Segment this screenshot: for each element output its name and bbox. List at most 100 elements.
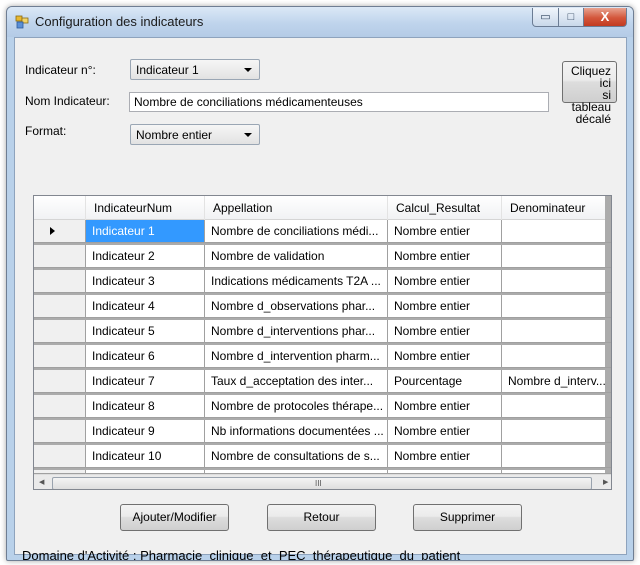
cell-indicateurnum[interactable]: Indicateur 5	[86, 320, 205, 343]
horizontal-scroll-thumb[interactable]: III	[52, 477, 592, 489]
cell-indicateurnum[interactable]: Indicateur 4	[86, 295, 205, 318]
column-header-indicateurnum[interactable]: IndicateurNum	[86, 196, 205, 220]
scroll-right-icon[interactable]: ▶	[603, 479, 608, 487]
cell-calcul-resultat[interactable]: Nombre entier	[388, 320, 502, 343]
form-client-area: Indicateur n°: Indicateur 1 Nom Indicate…	[14, 37, 627, 560]
current-row-arrow-icon	[50, 227, 55, 235]
title-bar[interactable]: Configuration des indicateurs ▭ □ X	[7, 7, 633, 37]
cell-indicateurnum[interactable]: Indicateur 1	[86, 220, 205, 243]
cell-indicateurnum[interactable]: Indicateur 10	[86, 445, 205, 468]
table-row[interactable]: Indicateur 10 Nombre de consultations de…	[34, 445, 611, 468]
shifted-table-label-line-1: Cliquez ici	[570, 64, 611, 90]
row-header[interactable]	[34, 270, 86, 293]
cell-denominateur[interactable]	[502, 395, 611, 418]
cell-appellation[interactable]: Nombre de consultations de s...	[205, 445, 388, 468]
chevron-down-icon	[244, 133, 252, 137]
format-select[interactable]: Nombre entier	[130, 124, 260, 145]
cell-indicateurnum[interactable]: Indicateur 9	[86, 420, 205, 443]
minimize-icon: ▭	[540, 11, 551, 23]
cell-calcul-resultat[interactable]: Nombre entier	[388, 220, 502, 243]
table-row[interactable]: Indicateur 4 Nombre d_observations phar.…	[34, 295, 611, 318]
maximize-button[interactable]: □	[558, 8, 584, 27]
cell-denominateur[interactable]	[502, 445, 611, 468]
cell-calcul-resultat[interactable]: Pourcentage	[388, 370, 502, 393]
indicateur-select[interactable]: Indicateur 1	[130, 59, 260, 80]
cell-denominateur[interactable]	[502, 420, 611, 443]
cell-denominateur[interactable]	[502, 345, 611, 368]
indicateur-select-value: Indicateur 1	[136, 63, 199, 77]
cell-indicateurnum[interactable]: Indicateur 7	[86, 370, 205, 393]
cell-appellation[interactable]: Nombre d_intervention pharm...	[205, 345, 388, 368]
grip-icon: III	[315, 479, 322, 488]
nom-indicateur-label: Nom Indicateur:	[25, 94, 110, 108]
row-header[interactable]	[34, 345, 86, 368]
cell-calcul-resultat[interactable]: Nombre entier	[388, 395, 502, 418]
grid-corner-header	[34, 196, 86, 220]
grid-header: IndicateurNum Appellation Calcul_Resulta…	[34, 196, 605, 220]
cell-denominateur[interactable]: Nombre d_interv...	[502, 370, 611, 393]
cell-denominateur[interactable]	[502, 270, 611, 293]
back-button[interactable]: Retour	[267, 504, 376, 531]
cell-indicateurnum[interactable]: Indicateur 8	[86, 395, 205, 418]
indicateur-label: Indicateur n°:	[25, 63, 96, 77]
cell-appellation[interactable]: Indications médicaments T2A ...	[205, 270, 388, 293]
indicators-grid[interactable]: IndicateurNum Appellation Calcul_Resulta…	[33, 195, 612, 490]
cell-appellation[interactable]: Nombre de conciliations médi...	[205, 220, 388, 243]
table-row[interactable]: Indicateur 2 Nombre de validation Nombre…	[34, 245, 611, 268]
grid-horizontal-scrollbar[interactable]: ◀ III ▶	[34, 474, 611, 489]
row-header[interactable]	[34, 420, 86, 443]
chevron-down-icon	[244, 68, 252, 72]
column-header-denominateur[interactable]: Denominateur	[502, 196, 611, 220]
table-row[interactable]: Indicateur 5 Nombre d_interventions phar…	[34, 320, 611, 343]
shifted-table-label-line-3: décalé	[575, 112, 611, 126]
cell-indicateurnum[interactable]: Indicateur 6	[86, 345, 205, 368]
cell-calcul-resultat[interactable]: Nombre entier	[388, 345, 502, 368]
nom-indicateur-field[interactable]: Nombre de conciliations médicamenteuses	[129, 92, 549, 112]
table-row[interactable]: Indicateur 7 Taux d_acceptation des inte…	[34, 370, 611, 393]
minimize-button[interactable]: ▭	[532, 8, 559, 27]
column-header-appellation[interactable]: Appellation	[205, 196, 388, 220]
cell-indicateurnum[interactable]: Indicateur 2	[86, 245, 205, 268]
cell-indicateurnum[interactable]: Indicateur 3	[86, 270, 205, 293]
row-header[interactable]	[34, 445, 86, 468]
cell-calcul-resultat[interactable]: Nombre entier	[388, 445, 502, 468]
cell-appellation[interactable]: Nb informations documentées ...	[205, 420, 388, 443]
row-header[interactable]	[34, 320, 86, 343]
format-select-value: Nombre entier	[136, 128, 213, 142]
row-header[interactable]	[34, 220, 86, 243]
cell-denominateur[interactable]	[502, 320, 611, 343]
table-row[interactable]: Indicateur 6 Nombre d_intervention pharm…	[34, 345, 611, 368]
table-row[interactable]: Indicateur 3 Indications médicaments T2A…	[34, 270, 611, 293]
delete-button[interactable]: Supprimer	[413, 504, 522, 531]
cell-denominateur[interactable]	[502, 245, 611, 268]
close-button[interactable]: X	[583, 8, 627, 27]
close-icon: X	[600, 9, 610, 24]
add-modify-button[interactable]: Ajouter/Modifier	[120, 504, 229, 531]
shifted-table-button[interactable]: Cliquez ici si tableau décalé	[562, 61, 617, 125]
app-form-icon	[15, 15, 29, 29]
table-row[interactable]: Indicateur 8 Nombre de protocoles thérap…	[34, 395, 611, 418]
cell-denominateur[interactable]	[502, 295, 611, 318]
table-row[interactable]: Indicateur 9 Nb informations documentées…	[34, 420, 611, 443]
column-header-calcul-resultat[interactable]: Calcul_Resultat	[388, 196, 502, 220]
table-row[interactable]: Indicateur 1 Nombre de conciliations méd…	[34, 220, 611, 243]
cell-calcul-resultat[interactable]: Nombre entier	[388, 420, 502, 443]
row-header[interactable]	[34, 370, 86, 393]
cell-appellation[interactable]: Taux d_acceptation des inter...	[205, 370, 388, 393]
cell-appellation[interactable]: Nombre de validation	[205, 245, 388, 268]
row-header[interactable]	[34, 245, 86, 268]
cell-denominateur[interactable]	[502, 220, 611, 243]
scroll-left-icon[interactable]: ◀	[39, 479, 44, 487]
cell-appellation[interactable]: Nombre d_observations phar...	[205, 295, 388, 318]
row-header[interactable]	[34, 295, 86, 318]
cell-appellation[interactable]: Nombre d_interventions phar...	[205, 320, 388, 343]
cell-calcul-resultat[interactable]: Nombre entier	[388, 245, 502, 268]
activity-domain-label: Domaine d'Activité : Pharmacie_clinique_…	[22, 548, 461, 561]
maximize-icon: □	[567, 11, 575, 23]
cell-calcul-resultat[interactable]: Nombre entier	[388, 295, 502, 318]
format-label: Format:	[25, 124, 67, 138]
cell-calcul-resultat[interactable]: Nombre entier	[388, 270, 502, 293]
shifted-table-label-line-2: si tableau	[571, 88, 611, 114]
cell-appellation[interactable]: Nombre de protocoles thérape...	[205, 395, 388, 418]
row-header[interactable]	[34, 395, 86, 418]
